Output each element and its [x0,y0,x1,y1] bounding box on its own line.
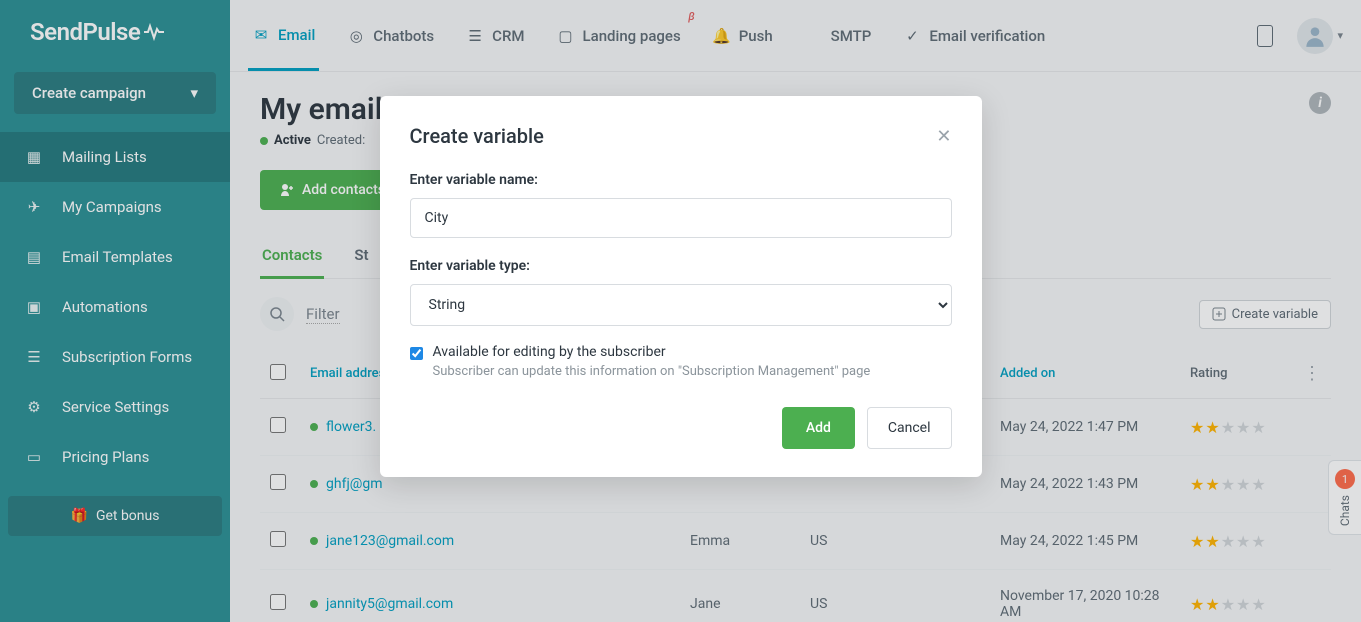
variable-type-select[interactable]: String [410,284,952,326]
variable-name-label: Enter variable name: [410,172,952,188]
modal-overlay: Create variable ✕ Enter variable name: E… [0,0,1361,622]
modal-title: Create variable [410,124,544,148]
create-variable-modal: Create variable ✕ Enter variable name: E… [380,96,982,477]
close-modal-button[interactable]: ✕ [936,126,951,147]
editable-hint: Subscriber can update this information o… [433,364,871,379]
modal-add-button[interactable]: Add [782,407,855,449]
variable-type-label: Enter variable type: [410,258,952,274]
editable-by-subscriber-checkbox[interactable] [410,347,423,360]
modal-cancel-button[interactable]: Cancel [867,407,952,449]
variable-name-input[interactable] [410,198,952,238]
editable-label: Available for editing by the subscriber [433,344,871,360]
